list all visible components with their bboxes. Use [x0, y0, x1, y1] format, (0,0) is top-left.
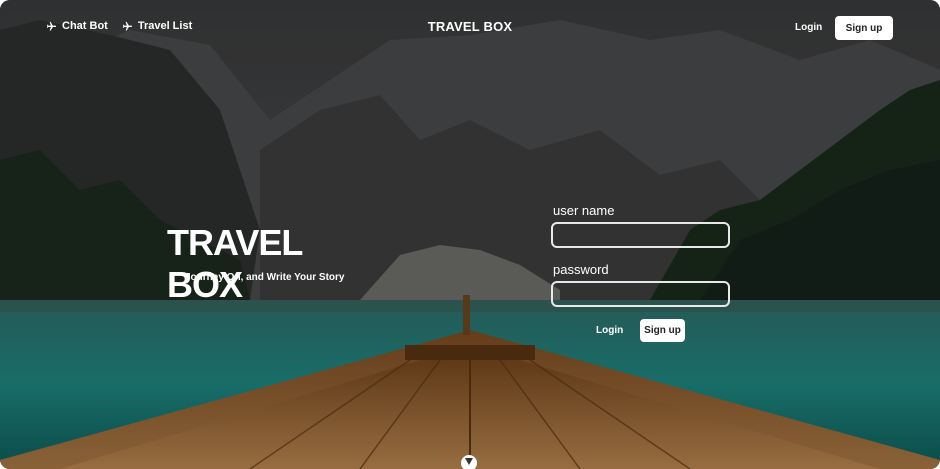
nav-signup-button[interactable]: Sign up: [835, 16, 893, 40]
chevron-down-icon: [465, 458, 473, 465]
app-window: Chat Bot Travel List TRAVEL BOX Login Si…: [0, 0, 940, 469]
background-overlay: [0, 0, 940, 469]
username-label: user name: [553, 203, 615, 218]
hero-title: TRAVEL BOX: [167, 222, 303, 305]
hero-subtitle: Journey On, and Write Your Story: [185, 272, 345, 283]
password-label: password: [553, 262, 609, 277]
nav-login-link[interactable]: Login: [795, 22, 822, 33]
scroll-down-button[interactable]: [461, 455, 477, 469]
username-field[interactable]: [551, 222, 730, 248]
form-signup-button[interactable]: Sign up: [640, 319, 685, 342]
form-login-link[interactable]: Login: [596, 325, 623, 336]
password-field[interactable]: [551, 281, 730, 307]
